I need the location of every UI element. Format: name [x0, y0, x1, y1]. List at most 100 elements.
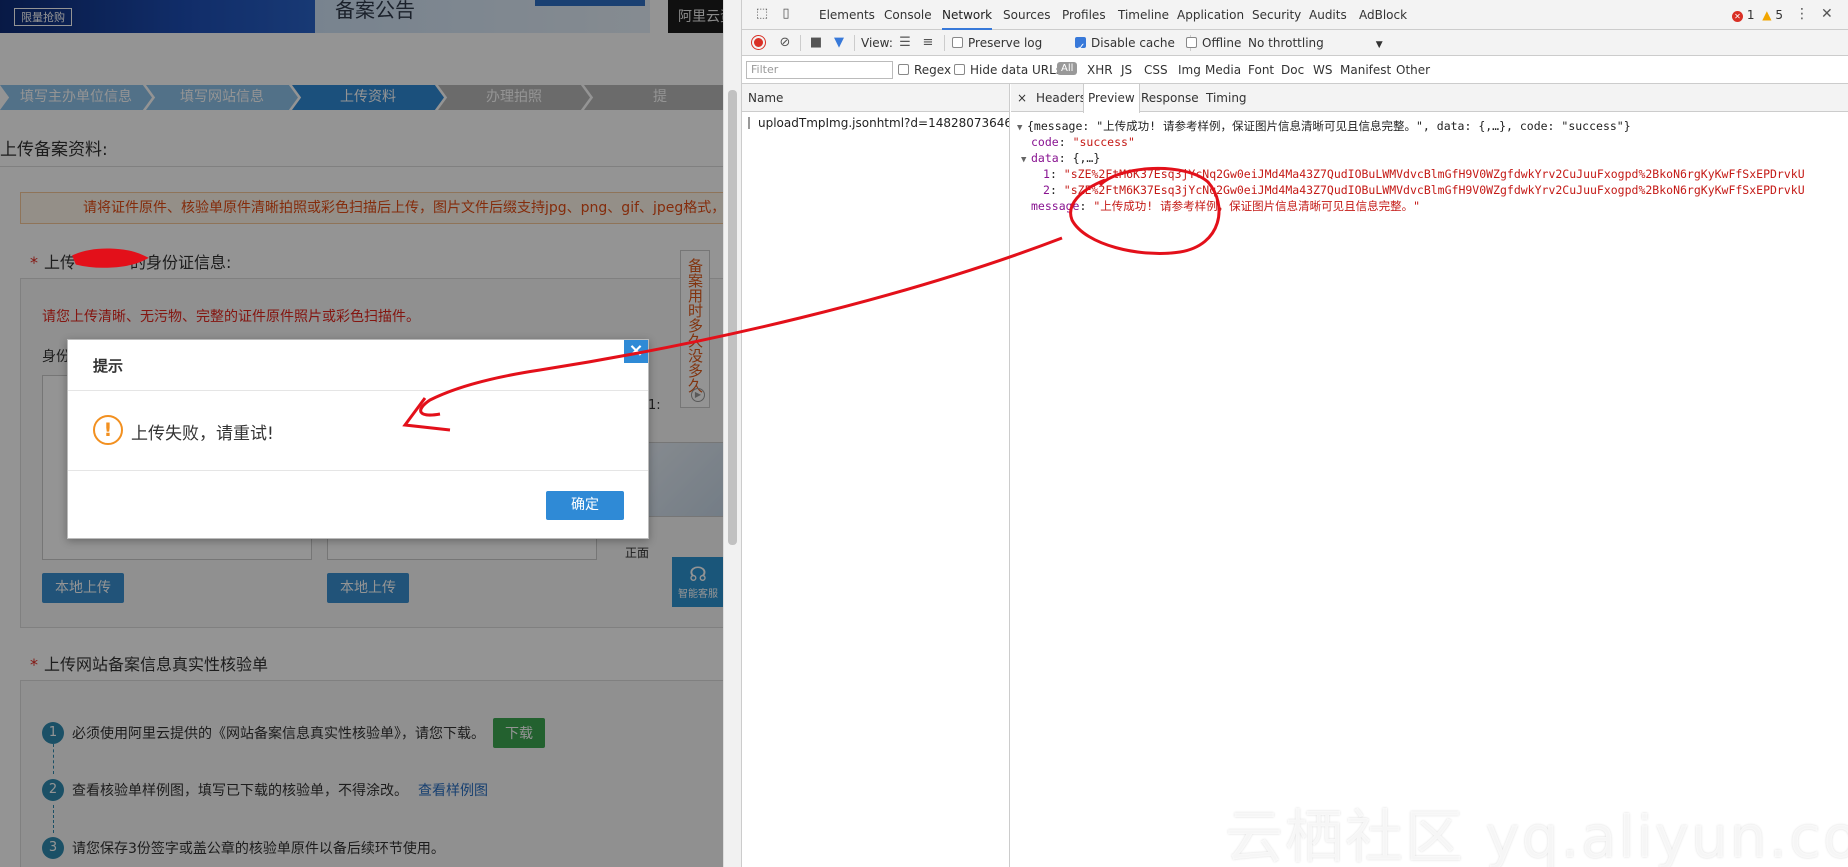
close-devtools-icon[interactable]: ✕ [1821, 6, 1833, 22]
tab-sources[interactable]: Sources [1003, 0, 1050, 30]
hide-data-urls-checkbox[interactable]: Hide data URLs [954, 56, 1062, 84]
preserve-log-label: Preserve log [968, 36, 1043, 50]
dialog-title: 提示 [93, 357, 124, 375]
tab-preview[interactable]: Preview [1083, 84, 1140, 113]
type-filter-ws[interactable]: WS [1313, 56, 1332, 84]
tab-profiles[interactable]: Profiles [1062, 0, 1106, 30]
checkbox-icon [1186, 37, 1197, 48]
filter-input[interactable]: Filter [746, 61, 893, 79]
regex-checkbox[interactable]: Regex [898, 56, 951, 84]
error-icon: ✕ [1732, 11, 1743, 22]
filter-icon[interactable]: ▼ [831, 35, 847, 51]
request-name: uploadTmpImg.jsonhtml?d=1482807364616 [758, 116, 1009, 130]
separator [800, 35, 801, 51]
close-icon[interactable]: × [1013, 84, 1031, 112]
record-icon[interactable] [752, 36, 765, 49]
tab-response[interactable]: Response [1137, 84, 1203, 112]
dialog-divider [68, 470, 648, 471]
filter-bar: Filter Regex Hide data URLs All XHR JS C… [742, 56, 1848, 84]
checkbox-icon [952, 37, 963, 48]
separator [854, 35, 855, 51]
json-value: "sZE%2FtM6K37Esq3jYcNq2Gw0eiJMd4Ma43Z7Qu… [1063, 183, 1805, 197]
json-item-line: 2: "sZE%2FtM6K37Esq3jYcNq2Gw0eiJMd4Ma43Z… [1043, 183, 1805, 197]
screenshot-root: 限量抢购 备案公告 阿里云资 填写主办单位信息 填写网站信息 上传资料 办理拍照… [0, 0, 1848, 867]
list-view-icon[interactable]: ☰ [897, 35, 913, 51]
waterfall-view-icon[interactable]: ≡ [920, 35, 936, 51]
page-scrollbar[interactable] [723, 0, 741, 867]
throttling-value: No throttling [1248, 36, 1324, 50]
type-filter-other[interactable]: Other [1396, 56, 1430, 84]
type-filter-doc[interactable]: Doc [1281, 56, 1304, 84]
view-label: View: [861, 36, 893, 50]
offline-checkbox[interactable]: Offline [1186, 30, 1241, 56]
watermark: 云栖社区 yq.aliyun.com [1225, 803, 1848, 867]
expand-triangle-icon[interactable]: ▼ [1021, 152, 1031, 168]
dialog-divider [68, 390, 648, 391]
type-filter-js[interactable]: JS [1121, 56, 1132, 84]
json-value: "sZE%2FtM6K37Esq3jYcNq2Gw0eiJMd4Ma43Z7Qu… [1063, 167, 1805, 181]
response-panel: × Headers Preview Response Timing ▼ {mess… [1011, 84, 1848, 867]
json-item-line: 1: "sZE%2FtM6K37Esq3jYcNq2Gw0eiJMd4Ma43Z… [1043, 167, 1805, 181]
json-value: "上传成功! 请参考样例，保证图片信息清晰可见且信息完整。" [1093, 199, 1421, 213]
device-toolbar-icon[interactable]: ▯ [778, 6, 794, 22]
json-root: {message: "上传成功! 请参考样例，保证图片信息清晰可见且信息完整。"… [1027, 119, 1631, 133]
type-filter-manifest[interactable]: Manifest [1340, 56, 1391, 84]
json-data-line[interactable]: ▼ data: {,…} [1017, 150, 1847, 166]
name-column-header[interactable]: Name [742, 84, 1009, 112]
more-options-icon[interactable]: ⋮ [1795, 6, 1809, 22]
clear-icon[interactable]: ⊘ [777, 35, 793, 51]
error-warning-counter[interactable]: ✕ 1 ▲ 5 [1732, 8, 1783, 22]
network-toolbar: ⊘ ■ ▼ View: ☰ ≡ Preserve log Disable cac… [742, 30, 1848, 61]
tab-timeline[interactable]: Timeline [1118, 0, 1169, 30]
type-filter-font[interactable]: Font [1248, 56, 1274, 84]
json-key: 2 [1043, 183, 1050, 197]
type-filter-img[interactable]: Img [1178, 56, 1201, 84]
tab-headers[interactable]: Headers [1032, 84, 1090, 112]
type-filter-xhr[interactable]: XHR [1087, 56, 1113, 84]
dialog-message: 上传失败，请重试! [131, 424, 274, 444]
tab-adblock[interactable]: AdBlock [1359, 0, 1407, 30]
json-key: data [1031, 151, 1059, 165]
alert-dialog: 提示 × ! 上传失败，请重试! 确定 [67, 339, 649, 539]
file-icon [748, 117, 750, 129]
chevron-down-icon: ▼ [1375, 40, 1383, 50]
request-row[interactable]: uploadTmpImg.jsonhtml?d=1482807364616 [742, 112, 1009, 134]
close-icon[interactable]: × [624, 340, 648, 363]
json-key: 1 [1043, 167, 1050, 181]
disable-cache-label: Disable cache [1091, 36, 1175, 50]
json-value: "success" [1072, 135, 1135, 149]
json-preview: ▼ {message: "上传成功! 请参考样例，保证图片信息清晰可见且信息完整。… [1017, 118, 1847, 214]
capture-screenshots-icon[interactable]: ■ [808, 35, 824, 51]
web-page: 限量抢购 备案公告 阿里云资 填写主办单位信息 填写网站信息 上传资料 办理拍照… [0, 0, 723, 867]
json-code-line: code: "success" [1031, 135, 1135, 149]
warning-icon: ▲ [1762, 8, 1772, 22]
separator [944, 35, 945, 51]
tab-audits[interactable]: Audits [1309, 0, 1347, 30]
preserve-log-checkbox[interactable]: Preserve log [952, 30, 1042, 56]
regex-label: Regex [914, 63, 952, 77]
offline-label: Offline [1202, 36, 1242, 50]
json-root-line[interactable]: ▼ {message: "上传成功! 请参考样例，保证图片信息清晰可见且信息完整。… [1017, 118, 1847, 134]
json-key: message [1031, 199, 1080, 213]
devtools-tabbar: ⬚ ▯ Elements Console Network Sources Pro… [742, 0, 1848, 30]
scrollbar-thumb[interactable] [728, 90, 737, 545]
tab-timing[interactable]: Timing [1202, 84, 1251, 112]
expand-triangle-icon[interactable]: ▼ [1017, 120, 1027, 136]
json-message-line: message: "上传成功! 请参考样例，保证图片信息清晰可见且信息完整。" [1031, 199, 1421, 213]
tab-elements[interactable]: Elements [819, 0, 875, 30]
inspect-icon[interactable]: ⬚ [754, 6, 770, 22]
type-filter-css[interactable]: CSS [1144, 56, 1168, 84]
tab-console[interactable]: Console [884, 0, 932, 30]
throttling-select[interactable]: No throttling ▼ [1248, 30, 1383, 58]
type-filter-media[interactable]: Media [1205, 56, 1241, 84]
confirm-button[interactable]: 确定 [546, 491, 624, 520]
tab-application[interactable]: Application [1177, 0, 1244, 30]
tab-network[interactable]: Network [942, 0, 993, 30]
type-filter-all[interactable]: All [1057, 62, 1078, 75]
checkbox-icon [1075, 35, 1086, 61]
devtools-panel: ⬚ ▯ Elements Console Network Sources Pro… [741, 0, 1848, 867]
tab-security[interactable]: Security [1252, 0, 1301, 30]
disable-cache-checkbox[interactable]: Disable cache [1075, 30, 1175, 61]
checkbox-icon [898, 64, 909, 75]
json-value: {,…} [1072, 151, 1101, 165]
